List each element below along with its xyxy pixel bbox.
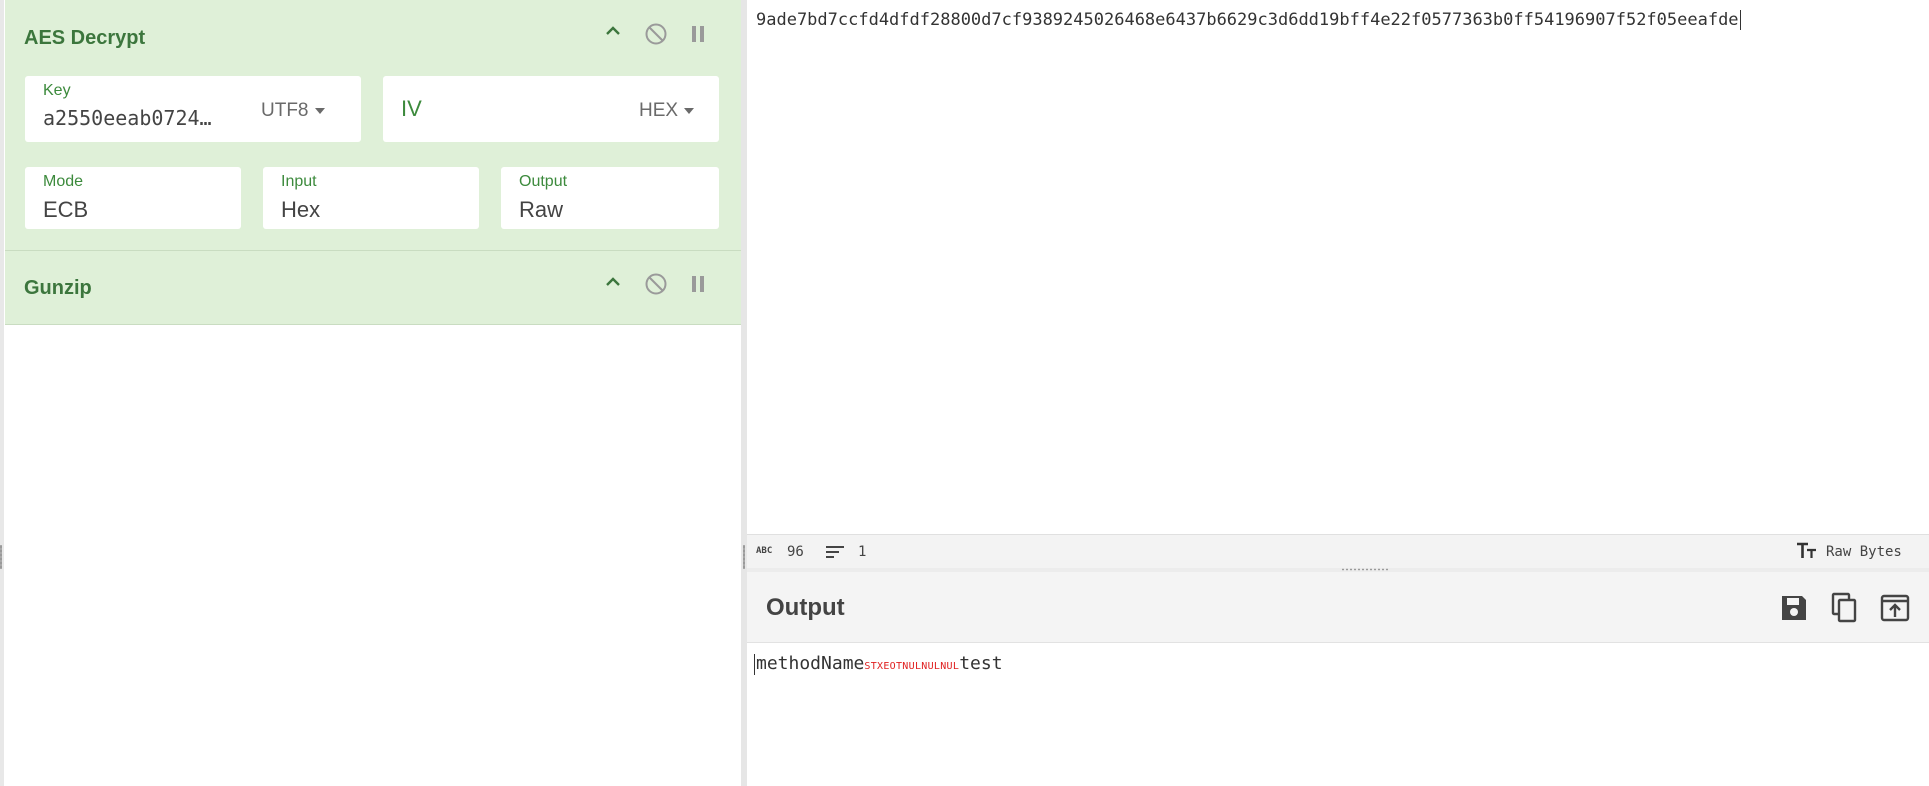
key-field[interactable]: Key a2550eeab0724… UTF8 [25,76,361,142]
output-text-end: test [959,653,1003,674]
iv-encoding-dropdown[interactable]: HEX [639,100,695,122]
pause-icon[interactable] [689,24,707,49]
resize-grip-left[interactable] [0,545,2,569]
chevron-down-icon [684,107,695,114]
iv-encoding-label: HEX [639,100,679,121]
output-format-value[interactable]: Raw [519,197,563,223]
copy-icon[interactable] [1829,592,1861,624]
key-encoding-dropdown[interactable]: UTF8 [261,100,325,122]
resize-grip[interactable] [743,545,745,569]
chevron-up-icon[interactable] [604,24,622,43]
input-lines: 1 [858,544,867,560]
pause-icon[interactable] [689,274,707,299]
mode-value[interactable]: ECB [43,197,88,223]
output-format-field[interactable]: Output Raw [501,167,719,229]
length-icon: ABC [756,546,773,556]
iv-field[interactable]: IV HEX [383,76,719,142]
mode-field[interactable]: Mode ECB [25,167,241,229]
recipe-panel: AES Decrypt Key a2550eeab0724… UTF8 IV H… [0,0,741,786]
disable-icon[interactable] [644,22,668,51]
chevron-up-icon[interactable] [604,275,622,294]
input-status-bar: ABC 96 1 Raw Bytes [747,534,1929,569]
output-text-start: methodName [756,653,865,674]
input-length: 96 [787,544,804,560]
chevron-down-icon [314,107,325,114]
key-value[interactable]: a2550eeab0724… [43,106,212,130]
text-size-icon[interactable] [1796,542,1818,563]
input-format-value[interactable]: Hex [281,197,320,223]
output-panel[interactable]: methodNameSTXEOTNULNULNULtest [747,643,1929,786]
operation-title: AES Decrypt [24,27,146,49]
left-edge [0,0,4,786]
input-format-label: Input [281,173,317,190]
replace-input-icon[interactable] [1879,592,1911,624]
iv-label: IV [401,96,422,121]
mode-label: Mode [43,173,84,190]
text-cursor [754,653,755,675]
resize-grip-horizontal[interactable] [1341,568,1389,571]
input-encoding[interactable]: Raw Bytes [1826,544,1902,560]
save-icon[interactable] [1778,592,1810,624]
operation-title: Gunzip [24,277,92,299]
lines-icon [826,545,844,562]
text-cursor [1739,10,1741,30]
input-panel[interactable]: 9ade7bd7ccfd4dfdf28800d7cf9389245026468e… [747,0,1929,534]
output-header: Output [747,572,1929,643]
output-format-label: Output [519,173,568,190]
key-encoding-label: UTF8 [261,100,309,121]
control-characters: STXEOTNULNULNUL [864,661,960,672]
input-format-field[interactable]: Input Hex [263,167,479,229]
output-title: Output [766,594,845,621]
input-text[interactable]: 9ade7bd7ccfd4dfdf28800d7cf9389245026468e… [756,10,1741,30]
operation-gunzip[interactable]: Gunzip [5,251,741,325]
key-label: Key [43,82,71,99]
disable-icon[interactable] [644,272,668,301]
output-text[interactable]: methodNameSTXEOTNULNULNULtest [754,653,1003,675]
operation-aes-decrypt[interactable]: AES Decrypt Key a2550eeab0724… UTF8 IV H… [5,0,741,251]
input-text-content: 9ade7bd7ccfd4dfdf28800d7cf9389245026468e… [756,10,1739,30]
